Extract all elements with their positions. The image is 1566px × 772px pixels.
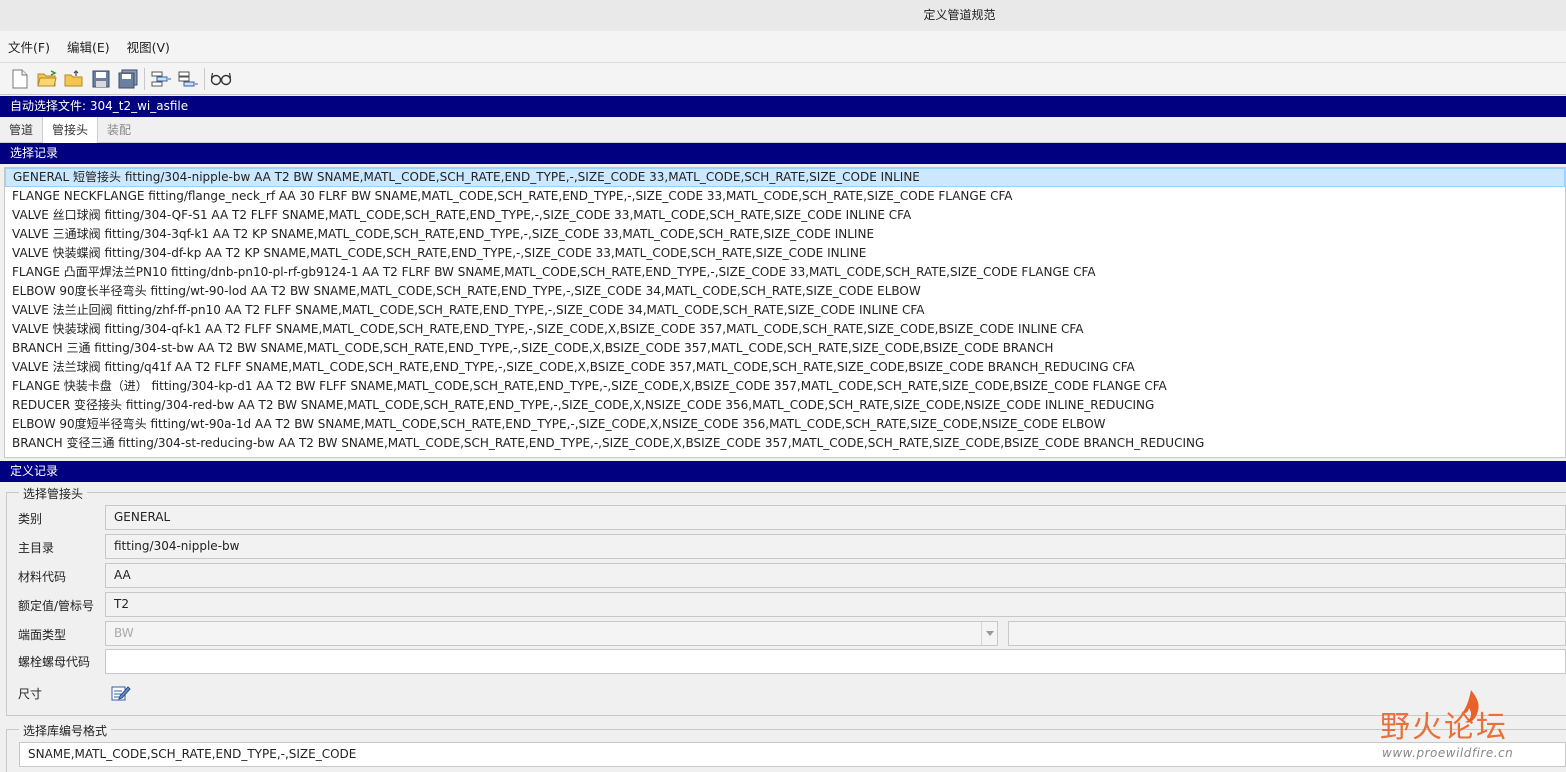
list-item[interactable]: BRANCH 变径三通 fitting/304-st-reducing-bw A… [5, 434, 1565, 453]
size-label: 尺寸 [18, 687, 43, 701]
window-title: 定义管道规范 [923, 8, 996, 22]
tab-pipe[interactable]: 管道 [0, 117, 42, 143]
toolbar-separator [204, 67, 205, 90]
list-item[interactable]: ELBOW 90度短半径弯头 fitting/wt-90a-1d AA T2 B… [5, 415, 1565, 434]
list-item[interactable]: BRANCH 三通 fitting/304-st-bw AA T2 BW SNA… [5, 339, 1565, 358]
records-list[interactable]: GENERAL 短管接头 fitting/304-nipple-bw AA T2… [4, 167, 1566, 458]
end-type-label: 端面类型 [18, 628, 67, 642]
watermark-text: 野火论坛 [1380, 710, 1508, 745]
list-item[interactable]: VALVE 三通球阀 fitting/304-3qf-k1 AA T2 KP S… [5, 225, 1565, 244]
menu-edit[interactable]: 编辑(E) [67, 37, 110, 56]
list-item[interactable]: VALVE 法兰球阀 fitting/q41f AA T2 FLFF SNAME… [5, 358, 1565, 377]
select-records-title: 选择记录 [10, 146, 59, 160]
menu-file[interactable]: 文件(F) [8, 37, 50, 56]
material-code-label: 材料代码 [18, 570, 67, 584]
toolbar-separator [144, 67, 145, 90]
save-icon[interactable] [90, 68, 112, 90]
format-field[interactable]: SNAME,MATL_CODE,SCH_RATE,END_TYPE,-,SIZE… [19, 742, 1566, 767]
end-type-value: BW [114, 626, 134, 640]
bolt-nut-label: 螺栓螺母代码 [18, 655, 91, 669]
list-item[interactable]: FLANGE 凸面平焊法兰PN10 fitting/dnb-pn10-pl-rf… [5, 263, 1565, 282]
tab-assembly[interactable]: 装配 [98, 117, 140, 143]
end-type-secondary-field[interactable] [1008, 621, 1566, 646]
define-record-header: 定义记录 [0, 461, 1566, 482]
list-item[interactable]: ELBOW 90度长半径弯头 fitting/wt-90-lod AA T2 B… [5, 282, 1565, 301]
tab-strip: 管道 管接头 装配 [0, 117, 1566, 143]
bolt-nut-field[interactable] [105, 649, 1566, 674]
chevron-down-icon[interactable] [981, 622, 997, 645]
define-record-title: 定义记录 [10, 464, 59, 478]
list-item[interactable]: GENERAL 短管接头 fitting/304-nipple-bw AA T2… [5, 168, 1565, 187]
new-file-icon[interactable] [9, 68, 31, 90]
open-folder-icon[interactable] [36, 68, 58, 90]
flame-icon [1463, 690, 1479, 723]
preview-glasses-icon[interactable] [210, 68, 232, 90]
list-item[interactable]: VALVE 法兰止回阀 fitting/zhf-ff-pn10 AA T2 FL… [5, 301, 1565, 320]
main-dir-field[interactable]: fitting/304-nipple-bw [105, 534, 1566, 559]
menu-bar: 文件(F) 编辑(E) 视图(V) [0, 31, 1566, 62]
category-label: 类别 [18, 512, 43, 526]
list-item[interactable]: VALVE 快装蝶阀 fitting/304-df-kp AA T2 KP SN… [5, 244, 1565, 263]
format-group-title: 选择库编号格式 [19, 722, 112, 739]
end-type-select[interactable]: BW [105, 621, 998, 646]
select-records-header: 选择记录 [0, 143, 1566, 164]
auto-file-label: 自动选择文件: 304_t2_wi_asfile [10, 99, 189, 113]
select-fitting-group-title: 选择管接头 [19, 485, 88, 502]
open-icon[interactable] [63, 68, 85, 90]
rating-label: 额定值/管标号 [18, 599, 95, 613]
watermark-url: www.proewildfire.cn [1382, 746, 1514, 760]
category-field[interactable]: GENERAL [105, 505, 1566, 530]
save-as-icon[interactable] [117, 68, 139, 90]
window-titlebar: 定义管道规范 [0, 0, 1566, 31]
list-item[interactable]: REDUCER 变径接头 fitting/304-red-bw AA T2 BW… [5, 396, 1565, 415]
toolbar [0, 62, 1566, 95]
watermark-logo: 野火论坛 www.proewildfire.cn [1380, 688, 1560, 768]
auto-file-bar: 自动选择文件: 304_t2_wi_asfile [0, 96, 1566, 117]
append-row-icon[interactable] [177, 68, 199, 90]
edit-size-icon[interactable] [110, 683, 132, 703]
list-item[interactable]: FLANGE NECKFLANGE fitting/flange_neck_rf… [5, 187, 1565, 206]
material-code-field[interactable]: AA [105, 563, 1566, 588]
menu-view[interactable]: 视图(V) [127, 37, 170, 56]
list-item[interactable]: VALVE 快装球阀 fitting/304-qf-k1 AA T2 FLFF … [5, 320, 1565, 339]
list-item[interactable]: VALVE 丝口球阀 fitting/304-QF-S1 AA T2 FLFF … [5, 206, 1565, 225]
main-dir-label: 主目录 [18, 541, 55, 555]
rating-field[interactable]: T2 [105, 592, 1566, 617]
insert-row-icon[interactable] [150, 68, 172, 90]
list-item[interactable]: FLANGE 快装卡盘（进） fitting/304-kp-d1 AA T2 B… [5, 377, 1565, 396]
tab-fitting[interactable]: 管接头 [42, 117, 99, 143]
